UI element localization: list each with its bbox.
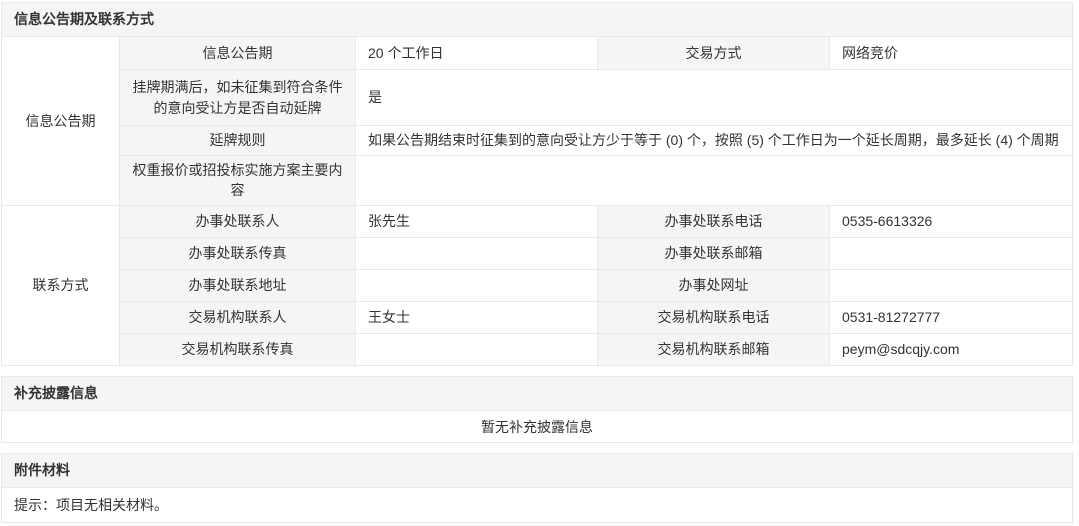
row-label: 办事处网址 <box>598 269 830 301</box>
row-label: 交易机构联系邮箱 <box>598 333 830 365</box>
group-cell-announcement-period: 信息公告期 <box>2 37 120 206</box>
table-row: 办事处联系传真 办事处联系邮箱 <box>2 237 1073 269</box>
attachments-hint-message: 提示：项目无相关材料。 <box>1 487 1073 523</box>
row-value <box>356 333 598 365</box>
table-row: 交易机构联系人 王女士 交易机构联系电话 0531-81272777 <box>2 301 1073 333</box>
row-label: 办事处联系电话 <box>598 205 830 237</box>
row-label: 交易机构联系电话 <box>598 301 830 333</box>
table-row: 挂牌期满后，如未征集到符合条件的意向受让方是否自动延牌 是 <box>2 70 1073 126</box>
table-row: 联系方式 办事处联系人 张先生 办事处联系电话 0535-6613326 <box>2 205 1073 237</box>
section-title-announcement: 信息公告期及联系方式 <box>1 2 1073 36</box>
section-announcement-contact: 信息公告期及联系方式 信息公告期 信息公告期 20 个工作日 交易方式 网络竞价… <box>1 2 1073 366</box>
row-label: 办事处联系人 <box>120 205 356 237</box>
announcement-contact-table: 信息公告期 信息公告期 20 个工作日 交易方式 网络竞价 挂牌期满后，如未征集… <box>1 36 1073 366</box>
group-cell-contact-info: 联系方式 <box>2 205 120 365</box>
row-value <box>356 269 598 301</box>
row-value: 网络竞价 <box>830 37 1073 70</box>
row-label: 办事处联系地址 <box>120 269 356 301</box>
table-row: 信息公告期 信息公告期 20 个工作日 交易方式 网络竞价 <box>2 37 1073 70</box>
row-value <box>830 237 1073 269</box>
row-label: 挂牌期满后，如未征集到符合条件的意向受让方是否自动延牌 <box>120 70 356 126</box>
row-label: 办事处联系邮箱 <box>598 237 830 269</box>
row-label: 交易方式 <box>598 37 830 70</box>
row-value <box>356 237 598 269</box>
table-row: 办事处联系地址 办事处网址 <box>2 269 1073 301</box>
section-attachment-materials: 附件材料 提示：项目无相关材料。 <box>1 453 1073 523</box>
row-value: 如果公告期结束时征集到的意向受让方少于等于 (0) 个，按照 (5) 个工作日为… <box>356 126 1073 156</box>
row-label: 交易机构联系人 <box>120 301 356 333</box>
section-supplementary-disclosure: 补充披露信息 暂无补充披露信息 <box>1 376 1073 443</box>
row-label: 办事处联系传真 <box>120 237 356 269</box>
supplement-empty-message: 暂无补充披露信息 <box>1 410 1073 443</box>
row-value: 是 <box>356 70 1073 126</box>
row-value: 0531-81272777 <box>830 301 1073 333</box>
row-value: 王女士 <box>356 301 598 333</box>
table-row: 权重报价或招投标实施方案主要内容 <box>2 156 1073 206</box>
table-row: 延牌规则 如果公告期结束时征集到的意向受让方少于等于 (0) 个，按照 (5) … <box>2 126 1073 156</box>
section-title-attachments: 附件材料 <box>1 453 1073 487</box>
row-label: 信息公告期 <box>120 37 356 70</box>
row-value <box>356 156 1073 206</box>
row-value: 20 个工作日 <box>356 37 598 70</box>
row-label: 交易机构联系传真 <box>120 333 356 365</box>
row-label: 权重报价或招投标实施方案主要内容 <box>120 156 356 206</box>
row-value: 0535-6613326 <box>830 205 1073 237</box>
table-row: 交易机构联系传真 交易机构联系邮箱 peym@sdcqjy.com <box>2 333 1073 365</box>
row-label: 延牌规则 <box>120 126 356 156</box>
page-content: 信息公告期及联系方式 信息公告期 信息公告期 20 个工作日 交易方式 网络竞价… <box>1 2 1073 523</box>
section-title-supplement: 补充披露信息 <box>1 376 1073 410</box>
row-value: peym@sdcqjy.com <box>830 333 1073 365</box>
row-value <box>830 269 1073 301</box>
row-value: 张先生 <box>356 205 598 237</box>
